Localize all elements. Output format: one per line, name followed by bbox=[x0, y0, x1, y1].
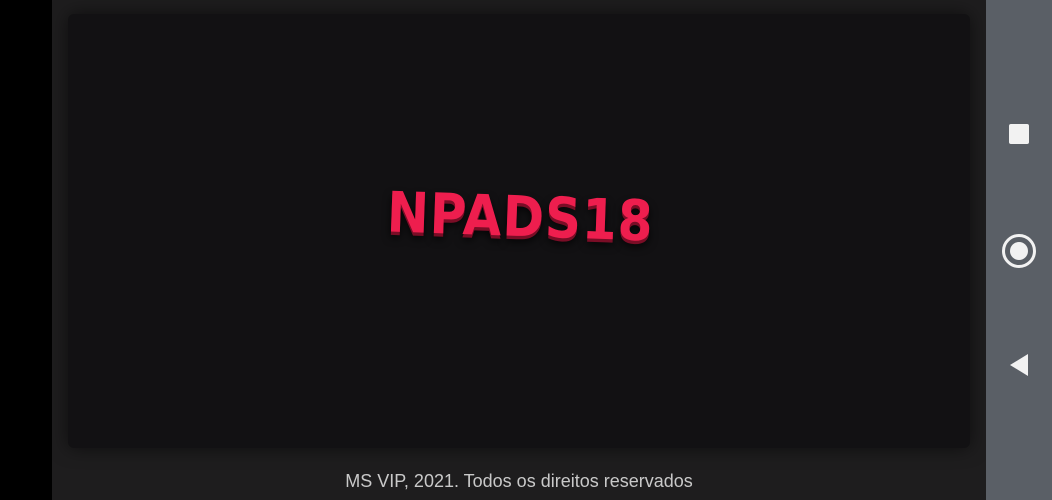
screen: NPADS18 MS VIP, 2021. Todos os direitos … bbox=[0, 0, 1052, 500]
display-cutout bbox=[0, 0, 52, 500]
recents-button[interactable] bbox=[986, 104, 1052, 164]
triangle-back-icon bbox=[1010, 354, 1028, 376]
circle-icon bbox=[1002, 234, 1036, 268]
app-window: NPADS18 MS VIP, 2021. Todos os direitos … bbox=[52, 0, 986, 500]
square-icon bbox=[1009, 124, 1029, 144]
circle-dot bbox=[1010, 242, 1028, 260]
app-logo: NPADS18 bbox=[385, 179, 655, 255]
copyright-footer: MS VIP, 2021. Todos os direitos reservad… bbox=[345, 471, 693, 491]
home-button[interactable] bbox=[986, 221, 1052, 281]
system-navigation-bar bbox=[986, 0, 1052, 500]
splash-panel: NPADS18 bbox=[68, 14, 970, 448]
back-button[interactable] bbox=[986, 335, 1052, 395]
